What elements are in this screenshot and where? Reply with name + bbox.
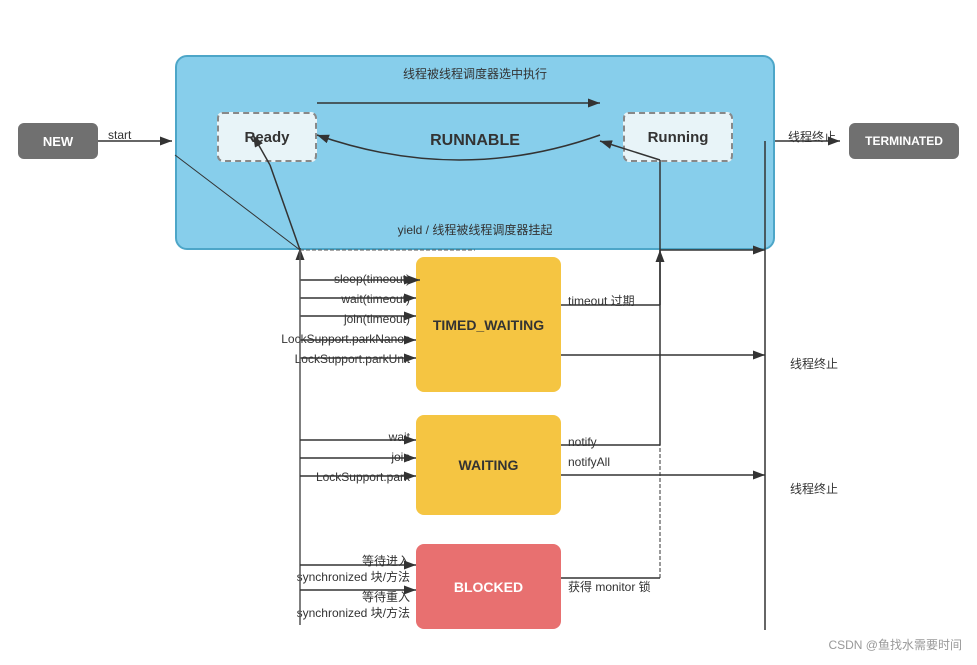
running-label: Running <box>648 129 709 146</box>
join-label: join <box>300 450 410 464</box>
yield-label: yield / 线程被线程调度器挂起 <box>177 221 773 238</box>
runnable-label: RUNNABLE <box>430 132 520 150</box>
running-state-box: Running <box>623 112 733 162</box>
start-label: start <box>108 128 131 142</box>
wait-reenter-sync-label: 等待重入 <box>250 588 410 605</box>
timeout-expire-label: timeout 过期 <box>568 292 635 309</box>
thread-end-label1: 线程终止 <box>788 128 836 145</box>
ready-state-box: Ready <box>217 112 317 162</box>
thread-end-label2: 线程终止 <box>790 355 838 372</box>
ready-label: Ready <box>244 129 289 146</box>
new-label: NEW <box>43 134 73 149</box>
terminated-state-box: TERMINATED <box>849 123 959 159</box>
thread-scheduler-label: 线程被线程调度器选中执行 <box>177 65 773 82</box>
lock-support-park-label: LockSupport.park <box>240 470 410 484</box>
wait-timeout-label: wait(timeout) <box>230 292 410 306</box>
timed-waiting-state-box: TIMED_WAITING <box>416 257 561 392</box>
blocked-label: BLOCKED <box>454 579 523 595</box>
get-monitor-label: 获得 monitor 锁 <box>568 578 651 595</box>
wait-enter-sync-label: 等待进入 <box>250 552 410 569</box>
notifyall-label: notifyAll <box>568 455 610 469</box>
thread-state-diagram: { "title": "Java Thread State Diagram", … <box>0 0 977 665</box>
synchronized-block2-label: synchronized 块/方法 <box>240 604 410 621</box>
waiting-label: WAITING <box>459 457 519 473</box>
wait-label: wait <box>300 430 410 444</box>
timed-waiting-label: TIMED_WAITING <box>433 317 544 333</box>
join-timeout-label: join(timeout) <box>230 312 410 326</box>
watermark: CSDN @鱼找水需要时间 <box>828 636 962 653</box>
synchronized-block1-label: synchronized 块/方法 <box>240 568 410 585</box>
thread-end-label3: 线程终止 <box>790 480 838 497</box>
terminated-label: TERMINATED <box>865 134 943 148</box>
notify-label: notify <box>568 435 597 449</box>
blocked-state-box: BLOCKED <box>416 544 561 629</box>
waiting-state-box: WAITING <box>416 415 561 515</box>
park-nanos-label: LockSupport.parkNanos <box>220 332 410 346</box>
park-unit-label: LockSupport.parkUnit <box>220 352 410 366</box>
sleep-timeout-label: sleep(timeout) <box>230 272 410 286</box>
new-state-box: NEW <box>18 123 98 159</box>
runnable-area: 线程被线程调度器选中执行 RUNNABLE yield / 线程被线程调度器挂起… <box>175 55 775 250</box>
